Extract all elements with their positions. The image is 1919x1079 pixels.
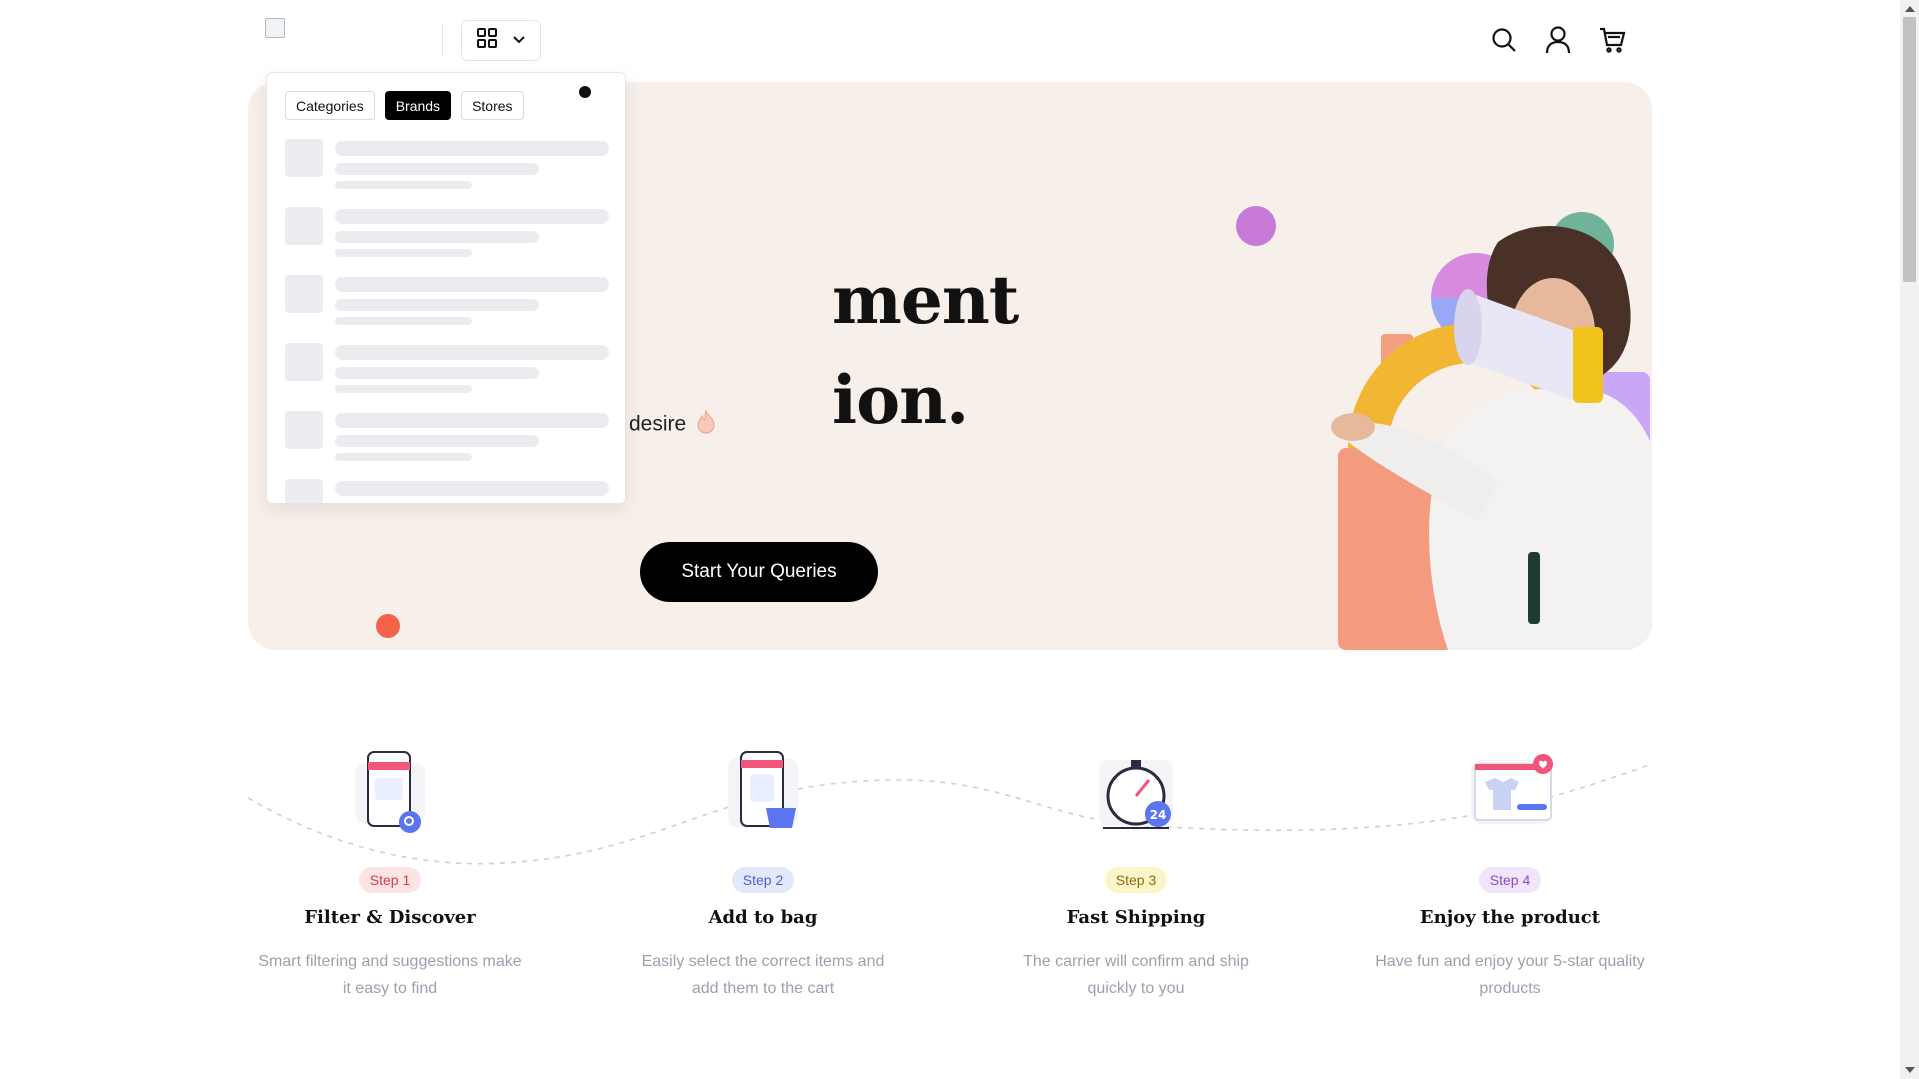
- step-badge: Step 2: [731, 867, 795, 893]
- scroll-up-icon[interactable]: [1905, 6, 1915, 12]
- cart-icon[interactable]: [1596, 24, 1628, 56]
- start-queries-button[interactable]: Start Your Queries: [640, 542, 878, 602]
- step-title: Enjoy the product: [1419, 907, 1601, 928]
- search-icon[interactable]: [1488, 24, 1520, 56]
- skeleton-row: [285, 411, 609, 471]
- step-card: Step 4 Enjoy the product Have fun and en…: [1360, 738, 1660, 1002]
- skeleton-row: [285, 275, 609, 335]
- decorative-dot: [376, 614, 400, 638]
- hero-subtitle: desire: [629, 409, 716, 440]
- page-scrollbar[interactable]: [1900, 0, 1919, 1079]
- step-badge: Step 1: [358, 867, 422, 893]
- add-to-bag-icon: [728, 751, 798, 828]
- tab-categories[interactable]: Categories: [285, 91, 375, 120]
- skeleton-row: [285, 207, 609, 267]
- step-badge: Step 4: [1478, 867, 1542, 893]
- browse-dropdown-panel: Categories Brands Stores: [266, 72, 626, 504]
- strap-shape: [1528, 552, 1540, 624]
- scrollbar-thumb[interactable]: [1903, 17, 1916, 282]
- step-description: Smart filtering and suggestions make it …: [258, 953, 522, 997]
- purple-circle-shape: [1236, 206, 1276, 246]
- filter-discover-icon: [355, 751, 425, 833]
- tab-stores[interactable]: Stores: [461, 91, 524, 120]
- step-description: The carrier will confirm and ship quickl…: [1023, 953, 1249, 997]
- user-icon[interactable]: [1542, 24, 1574, 56]
- skeleton-row: [285, 479, 609, 503]
- dropdown-tabs: Categories Brands Stores: [285, 91, 524, 120]
- svg-text:24: 24: [1150, 808, 1167, 822]
- enjoy-product-icon: [1471, 754, 1553, 824]
- step-card: Step 2 Add to bag Easily select the corr…: [613, 738, 913, 1002]
- skeleton-row: [285, 139, 609, 199]
- site-header: [0, 0, 1900, 80]
- grid-icon: [476, 27, 498, 54]
- hero-illustration: [1236, 206, 1652, 650]
- step-description: Have fun and enjoy your 5-star quality p…: [1375, 953, 1645, 997]
- hero-subtitle-text: desire: [629, 412, 687, 436]
- chevron-down-icon: [512, 32, 526, 50]
- skeleton-row: [285, 343, 609, 403]
- step-badge: Step 3: [1104, 867, 1168, 893]
- header-divider: [442, 24, 443, 56]
- loading-indicator: [579, 86, 591, 98]
- fast-shipping-icon: 24: [1099, 760, 1173, 829]
- step-title: Add to bag: [708, 907, 818, 928]
- logo[interactable]: [265, 18, 285, 38]
- step-title: Fast Shipping: [1066, 907, 1206, 928]
- step-description: Easily select the correct items and add …: [641, 953, 885, 997]
- scroll-down-icon[interactable]: [1905, 1067, 1915, 1073]
- tab-brands[interactable]: Brands: [384, 91, 452, 120]
- browse-menu-button[interactable]: [461, 20, 541, 61]
- fire-icon: [696, 409, 716, 440]
- step-title: Filter & Discover: [304, 907, 476, 928]
- step-card: Step 1 Filter & Discover Smart filtering…: [240, 738, 540, 1002]
- step-card: 24 Step 3 Fast Shipping The carrier will…: [986, 738, 1286, 1002]
